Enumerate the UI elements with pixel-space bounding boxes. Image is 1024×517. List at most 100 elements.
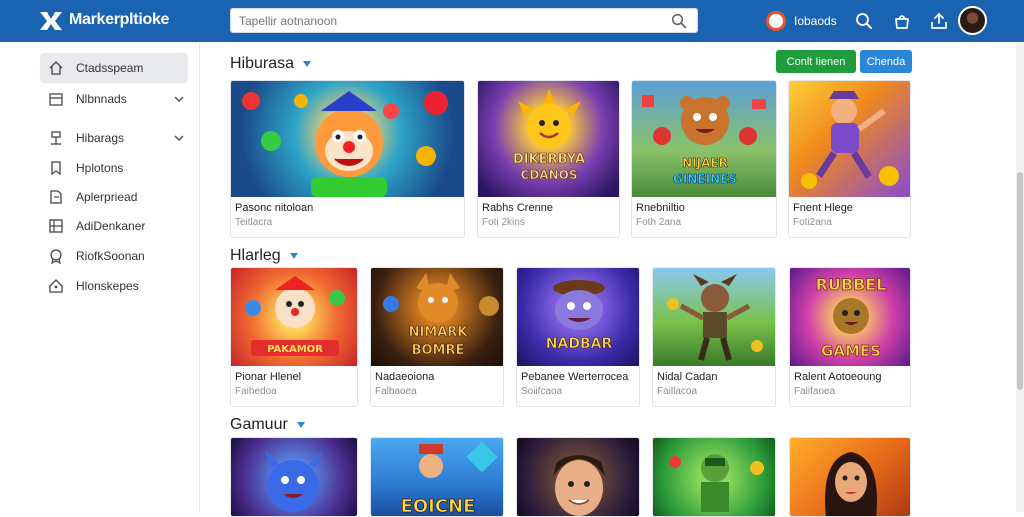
game-card[interactable]: EOICNE [370,437,504,517]
game-title: Nidal Cadan [657,371,718,383]
svg-text:CDANOS: CDANOS [521,168,578,182]
sidebar-item-badges[interactable]: RiofkSoonan [40,241,188,271]
section-title[interactable]: Hlarleg [230,247,299,265]
game-thumbnail: NADBAR [517,268,639,366]
notification-label: Iobaods [794,14,837,28]
caret-down-icon [289,253,298,259]
notifications[interactable]: Iobaods [766,0,837,42]
game-title: Nadaeoiona [375,371,435,383]
game-thumbnail: RUBBEL GAMES [790,268,910,366]
game-title: Pebanee Werterrocea [521,371,629,383]
game-card[interactable]: NADBAR Pebanee Werterrocea Soiifcaoa [516,267,640,407]
category-icon [49,93,63,106]
svg-text:DIKERBYA: DIKERBYA [513,152,585,167]
bag-icon[interactable] [892,11,912,31]
game-title: Pasonc nitoloan [235,202,314,214]
game-subtitle: Soiifcaoa [521,386,563,397]
sidebar-item-home[interactable]: Ctadsspeam [40,53,188,83]
runner-illustration [801,91,899,189]
bear-illustration: NIJAER GINEINES [642,95,766,186]
game-thumbnail [653,438,775,516]
sidebar-item-label: Hlonskepes [76,279,139,293]
blue-monster-illustration [265,450,323,512]
caret-down-icon [296,422,305,428]
fox-illustration: NIMARK BOMRE [383,273,499,358]
sidebar-item-documents[interactable]: Aplerpriead [40,182,188,212]
home-icon [49,61,63,75]
game-title: Fnent Hlege [793,202,853,214]
game-card[interactable] [652,437,776,517]
hero-illustration: EOICNE [400,441,498,516]
svg-text:BOMRE: BOMRE [412,343,465,358]
tag-icon [49,279,63,293]
game-thumbnail: NIMARK BOMRE [371,268,503,366]
game-card[interactable] [230,437,358,517]
search-input[interactable] [239,12,659,30]
clown-illustration: PAKAMOR [245,276,345,356]
sidebar-item-categories[interactable]: Nlbnnads [40,84,188,114]
game-subtitle: Foth 2ana [636,217,682,228]
game-thumbnail [231,438,357,516]
game-card[interactable]: Nidal Cadan Faillacoa [652,267,776,407]
secondary-action-button[interactable]: Chenda [860,50,912,73]
game-subtitle: Falbaoea [375,386,417,397]
section-label: Hlarleg [230,247,281,264]
chevron-down-icon [174,96,184,103]
game-card[interactable]: RUBBEL GAMES Ralent Aotoeoung Falifaoea [789,267,911,407]
game-title: Pionar Hlenel [235,371,302,383]
game-thumbnail [653,268,775,366]
grid-icon [49,219,63,233]
hippo-illustration: NADBAR [545,280,613,352]
logo-icon [40,10,62,30]
sidebar: Ctadsspeam Nlbnnads Hibarags Hplotons Ap… [0,42,200,512]
svg-text:PAKAMOR: PAKAMOR [267,344,323,355]
game-thumbnail [790,438,910,516]
svg-text:NIMARK: NIMARK [409,325,469,340]
game-card[interactable] [789,437,911,517]
sidebar-item-saved[interactable]: Hplotons [40,153,188,183]
svg-text:GAMES: GAMES [821,342,881,360]
chevron-down-icon [174,135,184,142]
pin-icon [51,131,61,145]
brand-logo[interactable]: Markerpltioke [38,8,169,32]
brand-name: Markerpltioke [69,11,170,28]
section-title[interactable]: Hiburasa [230,55,312,73]
game-card[interactable] [516,437,640,517]
game-card[interactable]: Fnent Hlege Foti2ana [788,80,911,238]
search-box [230,8,698,33]
sidebar-item-label: Nlbnnads [76,92,127,106]
game-card[interactable]: NIJAER GINEINES Rnebniltio Foth 2ana [631,80,777,238]
game-card[interactable]: PAKAMOR Pionar Hlenel Faihedoa [230,267,358,407]
primary-action-button[interactable]: Conlt Iienen [776,50,856,73]
elf-illustration [669,454,764,512]
section-title[interactable]: Gamuur [230,416,306,434]
game-subtitle: Faihedoa [235,386,277,397]
sidebar-item-tags[interactable]: Hlonskepes [40,271,188,301]
sidebar-item-label: RiofkSoonan [76,249,145,263]
sidebar-item-favorites[interactable]: Hibarags [40,123,188,153]
blob-illustration: RUBBEL GAMES [815,275,887,361]
bookmark-icon [51,161,61,176]
upload-icon[interactable] [929,11,949,31]
search-icon[interactable] [854,11,874,31]
vertical-scrollbar[interactable] [1016,42,1024,512]
svg-text:RUBBEL: RUBBEL [816,275,887,294]
svg-text:NIJAER: NIJAER [682,156,728,170]
game-thumbnail: DIKERBYA CDANOS [478,81,619,197]
user-avatar[interactable] [958,6,987,35]
game-card[interactable]: NIMARK BOMRE Nadaeoiona Falbaoea [370,267,504,407]
sidebar-item-label: AdiDenkaner [76,219,146,233]
clown-illustration [242,91,448,197]
game-card[interactable]: DIKERBYA CDANOS Rabhs Crenne Foti 2kins [477,80,620,238]
scrollbar-thumb[interactable] [1017,172,1023,390]
main-content: Conlt Iienen Chenda Hiburasa Pasonc nito… [200,42,1016,517]
sidebar-item-library[interactable]: AdiDenkaner [40,211,188,241]
notification-icon [766,11,786,31]
game-card[interactable]: Pasonc nitoloan Teitlacra [230,80,465,238]
game-thumbnail: EOICNE [371,438,503,516]
game-title: Rabhs Crenne [482,202,553,214]
top-bar: Markerpltioke Iobaods [0,0,1024,42]
sun-illustration: DIKERBYA CDANOS [513,89,585,182]
search-icon[interactable] [671,13,687,29]
game-subtitle: Foti2ana [793,217,832,228]
